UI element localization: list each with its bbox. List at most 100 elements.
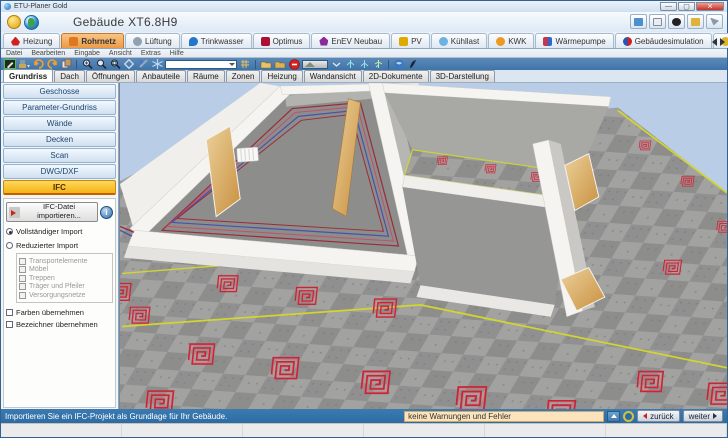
title-bar[interactable]: ETU-Planer Gold — ▢ ✕ xyxy=(1,1,727,12)
texture-dropdown[interactable] xyxy=(330,59,342,69)
checkbox-versorgungsnetze[interactable]: Versorgungsnetze xyxy=(19,292,110,299)
view-tab-heizung[interactable]: Heizung xyxy=(261,70,302,82)
checkbox-moebel[interactable]: Möbel xyxy=(19,266,110,273)
checkbox-traeger-und-pfeiler[interactable]: Träger und Pfeiler xyxy=(19,283,110,290)
stamp-dropdown-button[interactable] xyxy=(18,59,30,69)
checkbox-transportelemente[interactable]: Transportelemente xyxy=(19,258,110,265)
checkbox-treppen[interactable]: Treppen xyxy=(19,275,110,282)
3d-viewport[interactable] xyxy=(119,83,727,409)
menu-extras[interactable]: Extras xyxy=(141,50,161,57)
zoom-button[interactable] xyxy=(95,59,107,69)
info-button[interactable]: i xyxy=(100,206,113,219)
status-bar: Importieren Sie ein IFC-Projekt als Grun… xyxy=(1,409,727,423)
checkbox-farben-uebernehmen[interactable]: Farben übernehmen xyxy=(6,308,113,317)
sidebar-item-decken[interactable]: Decken xyxy=(3,132,116,147)
expand-warnings-button[interactable] xyxy=(607,411,620,422)
globe-view-button[interactable] xyxy=(393,59,405,69)
menu-datei[interactable]: Datei xyxy=(6,50,22,57)
menu-eingabe[interactable]: Eingabe xyxy=(74,50,100,57)
radio-reduced-import[interactable]: Reduzierter Import xyxy=(6,241,113,250)
warnings-box[interactable]: keine Warnungen und Fehler xyxy=(404,411,604,422)
zoom-fit-button[interactable] xyxy=(109,59,121,69)
ribbon-tab-trinkwasser[interactable]: Trinkwasser xyxy=(181,33,252,48)
import-icon xyxy=(9,207,20,218)
snowflake-button[interactable] xyxy=(151,59,163,69)
view-tab-3d-darstellung[interactable]: 3D-Darstellung xyxy=(430,70,495,82)
sidebar-item-label: Decken xyxy=(46,135,73,144)
menu-bearbeiten[interactable]: Bearbeiten xyxy=(31,50,65,57)
history-button[interactable] xyxy=(668,14,685,29)
view-tab-oeffnungen[interactable]: Öffnungen xyxy=(86,70,135,82)
globe-icon xyxy=(24,15,39,30)
view-tab-label: Zonen xyxy=(232,72,255,81)
document-button[interactable] xyxy=(649,14,666,29)
sidebar-item-scan[interactable]: Scan xyxy=(3,148,116,163)
view-tab-dach[interactable]: Dach xyxy=(54,70,85,82)
tab-scroll-right-icon[interactable] xyxy=(720,38,725,46)
center-view-button[interactable] xyxy=(123,59,135,69)
close-button[interactable]: ✕ xyxy=(696,2,724,11)
pipe-tree-button-1[interactable] xyxy=(344,59,356,69)
ribbon-tab-lueftung[interactable]: Lüftung xyxy=(125,33,180,48)
sidebar-item-geschosse[interactable]: Geschosse xyxy=(3,84,116,99)
project-open-button[interactable] xyxy=(630,14,647,29)
ribbon-tab-kwk[interactable]: KWK xyxy=(488,33,534,48)
sidebar-item-dwg-dxf[interactable]: DWG/DXF xyxy=(3,164,116,179)
zoom-in-button[interactable] xyxy=(81,59,93,69)
menu-ansicht[interactable]: Ansicht xyxy=(109,50,132,57)
checkbox-icon xyxy=(19,275,26,282)
ribbon-tab-kuehllast[interactable]: Kühllast xyxy=(431,33,487,48)
header: Gebäude XT6.8H9 xyxy=(1,12,727,32)
ribbon-tab-waermepumpe[interactable]: Wärmepumpe xyxy=(535,33,613,48)
coin-icon xyxy=(7,15,21,29)
tab-scroll-left-icon[interactable] xyxy=(712,38,717,46)
warning-button[interactable] xyxy=(288,59,300,69)
tools-button[interactable] xyxy=(706,14,723,29)
sidebar-item-ifc[interactable]: IFC xyxy=(3,180,116,195)
view-tab-label: 3D-Darstellung xyxy=(436,72,489,81)
view-tab-raeume[interactable]: Räume xyxy=(187,70,225,82)
redo-button[interactable] xyxy=(46,59,58,69)
radio-icon xyxy=(6,228,13,235)
checkbox-bezeichner-uebernehmen[interactable]: Bezeichner übernehmen xyxy=(6,320,113,329)
render-button[interactable] xyxy=(407,59,419,69)
minimize-button[interactable]: — xyxy=(660,2,677,11)
back-button[interactable]: zurück xyxy=(637,410,680,422)
view-tab-zonen[interactable]: Zonen xyxy=(226,70,261,82)
snowflake-icon xyxy=(439,37,448,46)
pipe-tree-button-3[interactable] xyxy=(372,59,384,69)
folder-open-button[interactable] xyxy=(260,59,272,69)
pipe-tree-button-2[interactable] xyxy=(358,59,370,69)
next-button[interactable]: weiter xyxy=(683,410,723,422)
ribbon-tab-pv[interactable]: PV xyxy=(391,33,430,48)
ribbon-tab-optimus[interactable]: Optimus xyxy=(253,33,311,48)
view-tab-2d-dokumente[interactable]: 2D-Dokumente xyxy=(363,70,429,82)
scale-combobox[interactable] xyxy=(165,60,237,69)
ifc-import-button[interactable]: IFC-Dateiimportieren... xyxy=(6,202,98,222)
view-tab-label: Heizung xyxy=(267,72,296,81)
view-tab-grundriss[interactable]: Grundriss xyxy=(3,69,53,82)
home-button[interactable] xyxy=(687,14,704,29)
menu-hilfe[interactable]: Hilfe xyxy=(170,50,184,57)
view-tab-anbauteile[interactable]: Anbauteile xyxy=(136,70,186,82)
flame-icon xyxy=(11,37,20,46)
undo-button[interactable] xyxy=(32,59,44,69)
copy-plan-button[interactable] xyxy=(60,59,72,69)
background-image-dropdown[interactable] xyxy=(302,60,328,69)
grid-button[interactable] xyxy=(239,59,251,69)
ribbon-tab-enev-neubau[interactable]: EnEV Neubau xyxy=(311,33,390,48)
status-ring-icon[interactable] xyxy=(623,411,634,422)
draw-pencil-button[interactable] xyxy=(4,59,16,69)
maximize-button[interactable]: ▢ xyxy=(678,2,695,11)
ribbon-tab-label: Kühllast xyxy=(451,37,479,46)
view-tab-wandansicht[interactable]: Wandansicht xyxy=(304,70,362,82)
radio-full-import[interactable]: Vollständiger Import xyxy=(6,227,113,236)
3d-scene[interactable] xyxy=(120,83,727,409)
ribbon-tab-heizung[interactable]: Heizung xyxy=(3,33,60,48)
sidebar-item-parameter-grundriss[interactable]: Parameter-Grundriss xyxy=(3,100,116,115)
folder-save-button[interactable] xyxy=(274,59,286,69)
measure-button[interactable] xyxy=(137,59,149,69)
ribbon-tab-gebaeudesimulation[interactable]: Gebäudesimulation xyxy=(615,33,712,48)
sidebar-item-waende[interactable]: Wände xyxy=(3,116,116,131)
ribbon-tab-rohrnetz[interactable]: Rohrnetz xyxy=(61,33,124,48)
